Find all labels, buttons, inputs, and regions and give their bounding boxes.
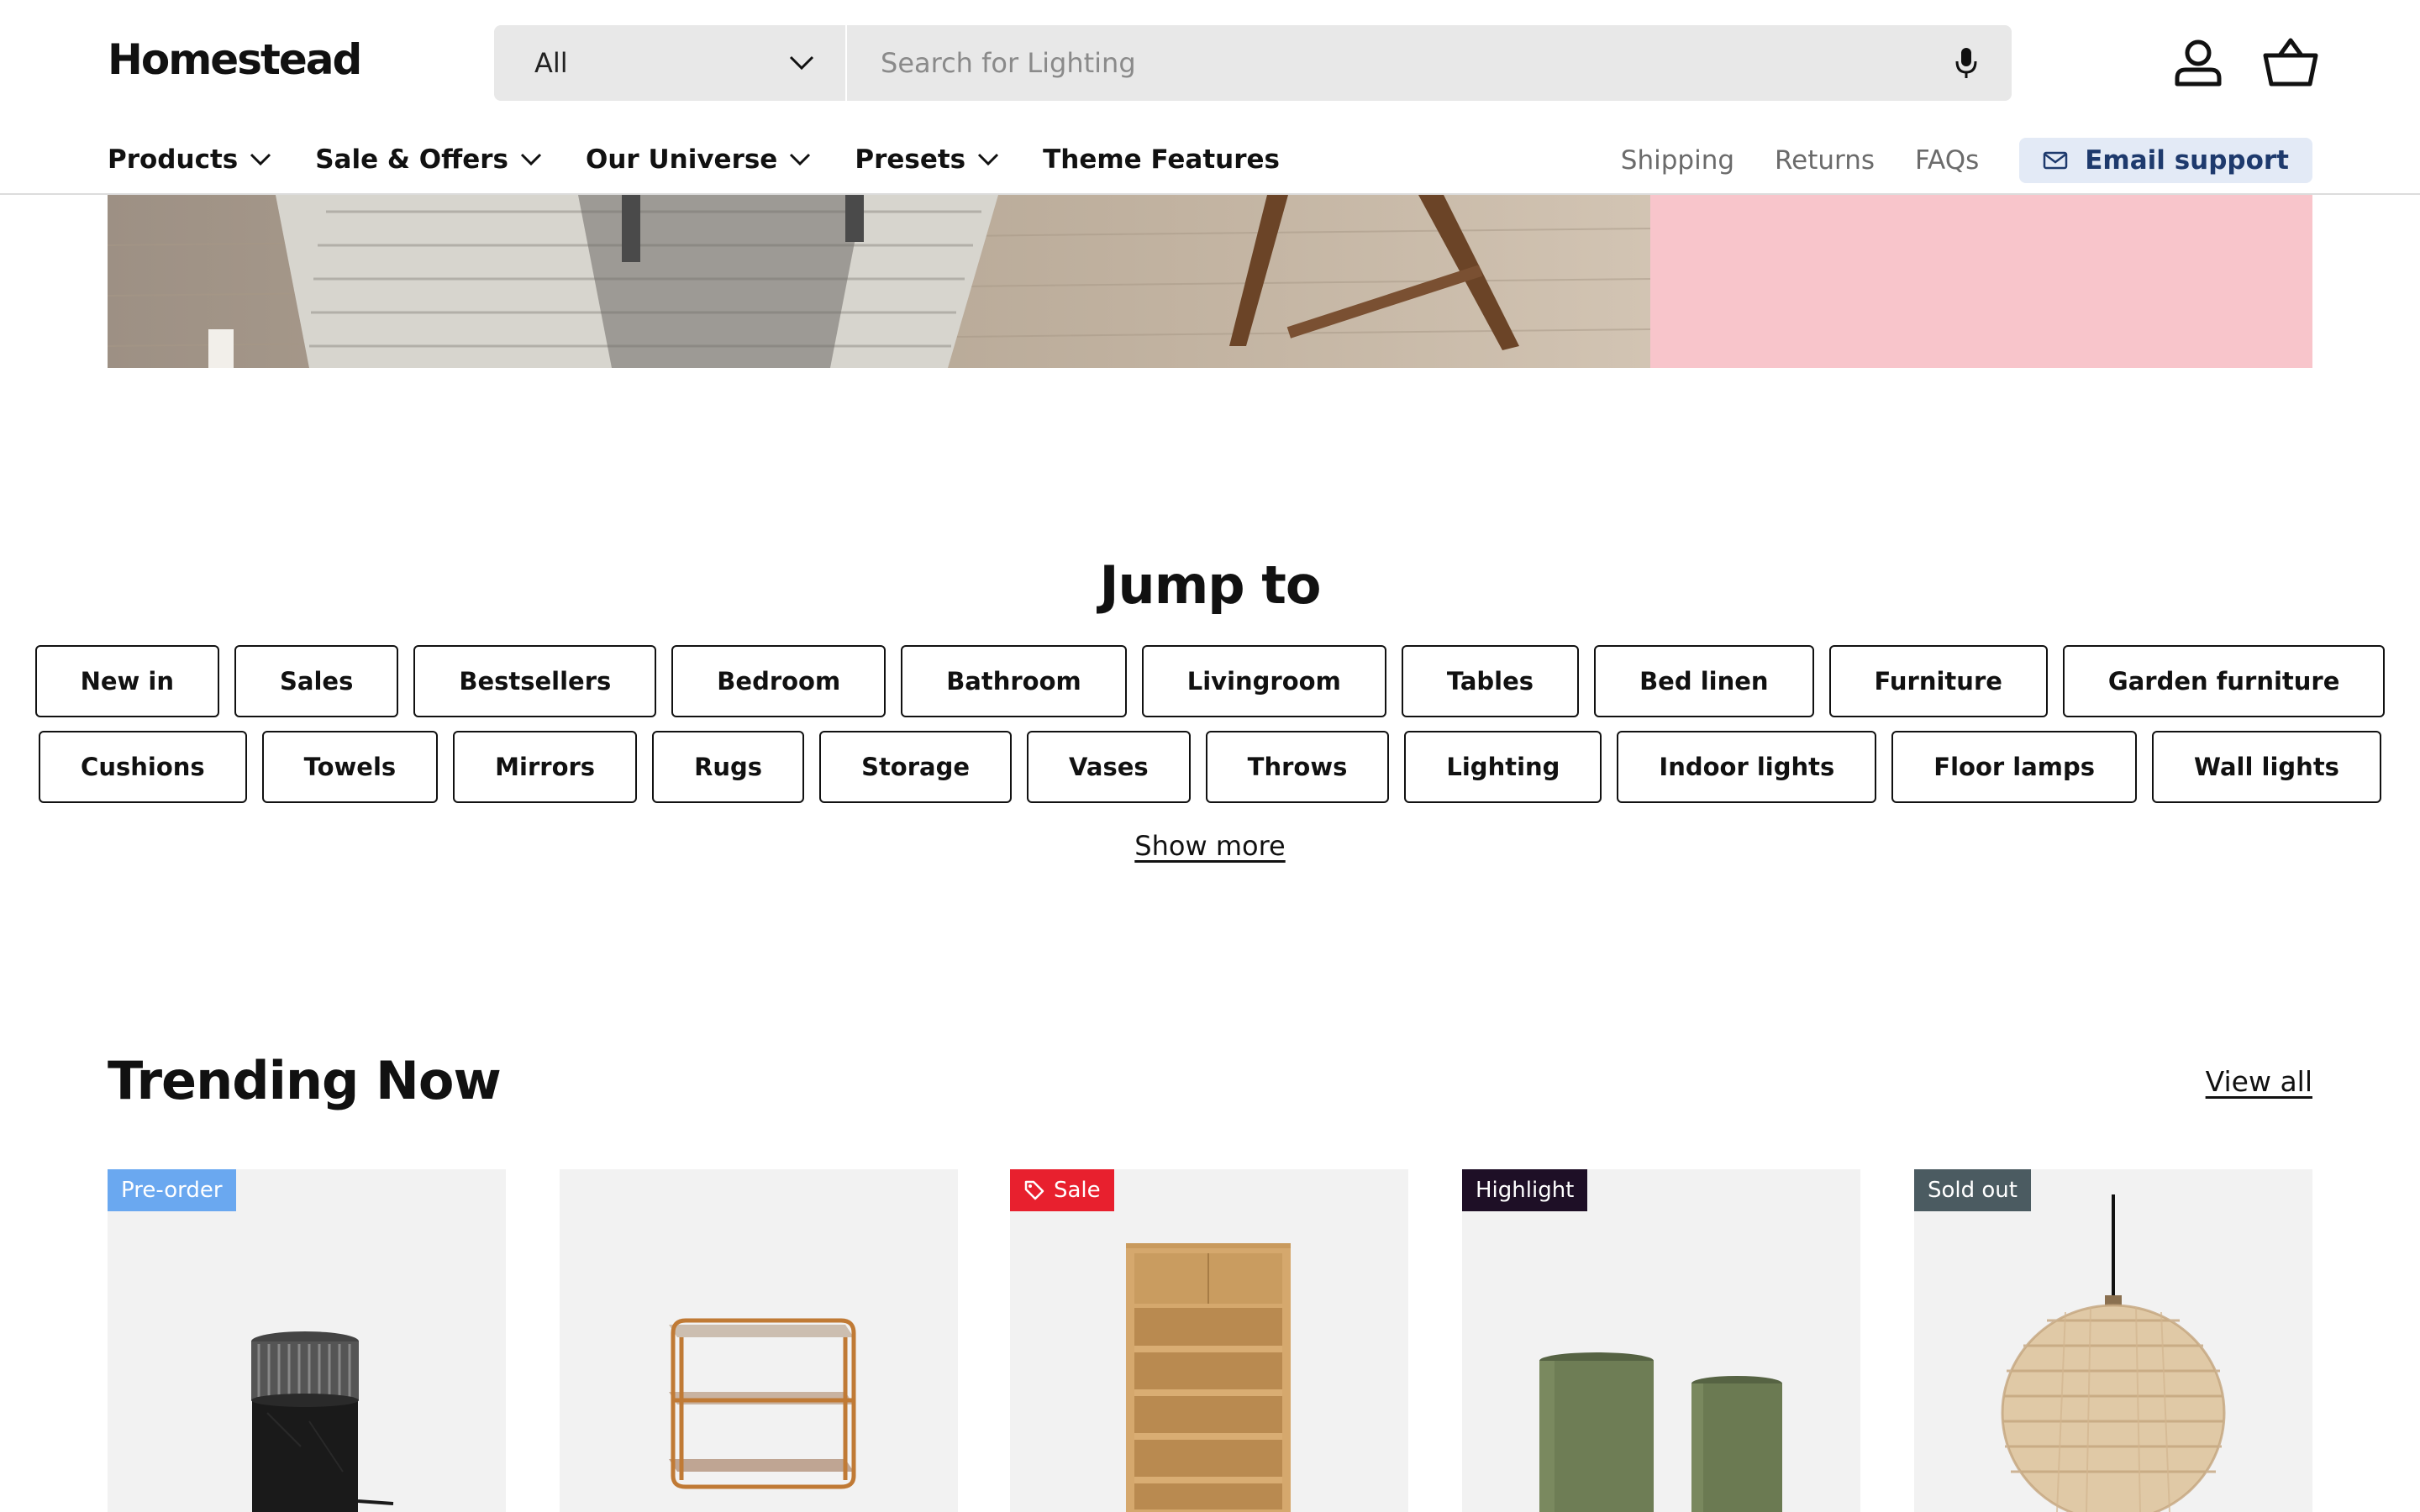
utility-links: Shipping Returns FAQs Email support — [1581, 138, 2312, 183]
hero-pink-panel — [1650, 195, 2312, 368]
product-card[interactable]: Highlight — [1462, 1169, 1860, 1512]
chip-bed-linen[interactable]: Bed linen — [1594, 645, 1814, 717]
shipping-link[interactable]: Shipping — [1621, 145, 1734, 176]
chevron-down-icon — [520, 153, 542, 166]
chip-bestsellers[interactable]: Bestsellers — [413, 645, 657, 717]
nav-item-theme-features[interactable]: Theme Features — [1043, 144, 1280, 175]
side-table-image — [669, 1318, 856, 1489]
sold-out-badge: Sold out — [1914, 1169, 2031, 1211]
chip-livingroom[interactable]: Livingroom — [1141, 645, 1386, 717]
nav-item-label: Presets — [855, 144, 966, 175]
email-support-label: Email support — [2085, 145, 2289, 176]
account-icon[interactable] — [2170, 34, 2227, 91]
chip-towels[interactable]: Towels — [261, 731, 439, 803]
nav-item-label: Sale & Offers — [315, 144, 508, 175]
chevron-down-icon — [250, 153, 271, 166]
chip-indoor-lights[interactable]: Indoor lights — [1617, 731, 1877, 803]
search-category-label: All — [534, 47, 568, 79]
sale-badge: Sale — [1010, 1169, 1114, 1211]
preorder-badge: Pre-order — [108, 1169, 236, 1211]
returns-link[interactable]: Returns — [1775, 145, 1875, 176]
category-chips-row-2: Cushions Towels Mirrors Rugs Storage Vas… — [0, 731, 2420, 803]
show-more-container: Show more — [0, 830, 2420, 862]
nav-item-label: Products — [108, 144, 239, 175]
jump-to-heading: Jump to — [1099, 554, 1321, 616]
pendant-lamp-image — [2001, 1194, 2226, 1512]
faqs-link[interactable]: FAQs — [1915, 145, 1979, 176]
site-logo[interactable]: Homestead — [108, 35, 362, 84]
envelope-icon — [2044, 151, 2068, 170]
vases-image — [1539, 1352, 1782, 1512]
chip-new-in[interactable]: New in — [34, 645, 220, 717]
search-category-select[interactable]: All — [494, 25, 847, 101]
main-navigation: Products Sale & Offers Our Universe Pres… — [108, 134, 1323, 185]
chip-cushions[interactable]: Cushions — [39, 731, 247, 803]
chip-rugs[interactable]: Rugs — [652, 731, 805, 803]
chip-floor-lamps[interactable]: Floor lamps — [1891, 731, 2138, 803]
chevron-down-icon — [790, 153, 811, 166]
chip-lighting[interactable]: Lighting — [1404, 731, 1602, 803]
table-lamp-image — [251, 1331, 394, 1512]
product-card[interactable] — [560, 1169, 958, 1512]
nav-item-label: Our Universe — [585, 144, 778, 175]
chip-throws[interactable]: Throws — [1205, 731, 1390, 803]
view-all-link[interactable]: View all — [2206, 1065, 2312, 1098]
tag-icon — [1024, 1180, 1044, 1200]
trending-heading: Trending Now — [108, 1050, 502, 1111]
chevron-down-icon — [978, 153, 999, 166]
bookcase-image — [1126, 1243, 1291, 1512]
product-card[interactable]: Sale — [1010, 1169, 1408, 1512]
nav-item-products[interactable]: Products — [108, 144, 271, 175]
microphone-icon[interactable] — [1954, 46, 1978, 80]
sale-badge-label: Sale — [1054, 1178, 1101, 1203]
email-support-button[interactable]: Email support — [2019, 138, 2312, 183]
chip-bathroom[interactable]: Bathroom — [901, 645, 1127, 717]
chip-garden-furniture[interactable]: Garden furniture — [2062, 645, 2386, 717]
nav-item-label: Theme Features — [1043, 144, 1281, 175]
chip-sales[interactable]: Sales — [234, 645, 399, 717]
highlight-badge: Highlight — [1462, 1169, 1588, 1211]
nav-item-our-universe[interactable]: Our Universe — [586, 144, 811, 175]
chevron-down-icon — [789, 55, 814, 71]
product-card[interactable]: Pre-order — [108, 1169, 506, 1512]
nav-item-sale-offers[interactable]: Sale & Offers — [315, 144, 542, 175]
search-input[interactable] — [881, 47, 1954, 79]
cart-basket-icon[interactable] — [2262, 34, 2319, 91]
hero-banner — [108, 195, 2312, 368]
nav-item-presets[interactable]: Presets — [855, 144, 999, 175]
hero-room-image[interactable] — [108, 195, 1650, 368]
chip-bedroom[interactable]: Bedroom — [671, 645, 886, 717]
category-chips-row-1: New in Sales Bestsellers Bedroom Bathroo… — [0, 645, 2420, 717]
chip-furniture[interactable]: Furniture — [1828, 645, 2048, 717]
chip-wall-lights[interactable]: Wall lights — [2152, 731, 2381, 803]
search-bar: All — [494, 25, 2012, 101]
chip-storage[interactable]: Storage — [819, 731, 1013, 803]
chip-vases[interactable]: Vases — [1027, 731, 1191, 803]
chip-mirrors[interactable]: Mirrors — [453, 731, 638, 803]
show-more-link[interactable]: Show more — [1134, 830, 1285, 862]
search-field — [847, 25, 2012, 101]
product-card[interactable]: Sold out — [1914, 1169, 2312, 1512]
chip-tables[interactable]: Tables — [1401, 645, 1580, 717]
site-header: Homestead All Products Sale & Offers Our… — [0, 0, 2420, 195]
